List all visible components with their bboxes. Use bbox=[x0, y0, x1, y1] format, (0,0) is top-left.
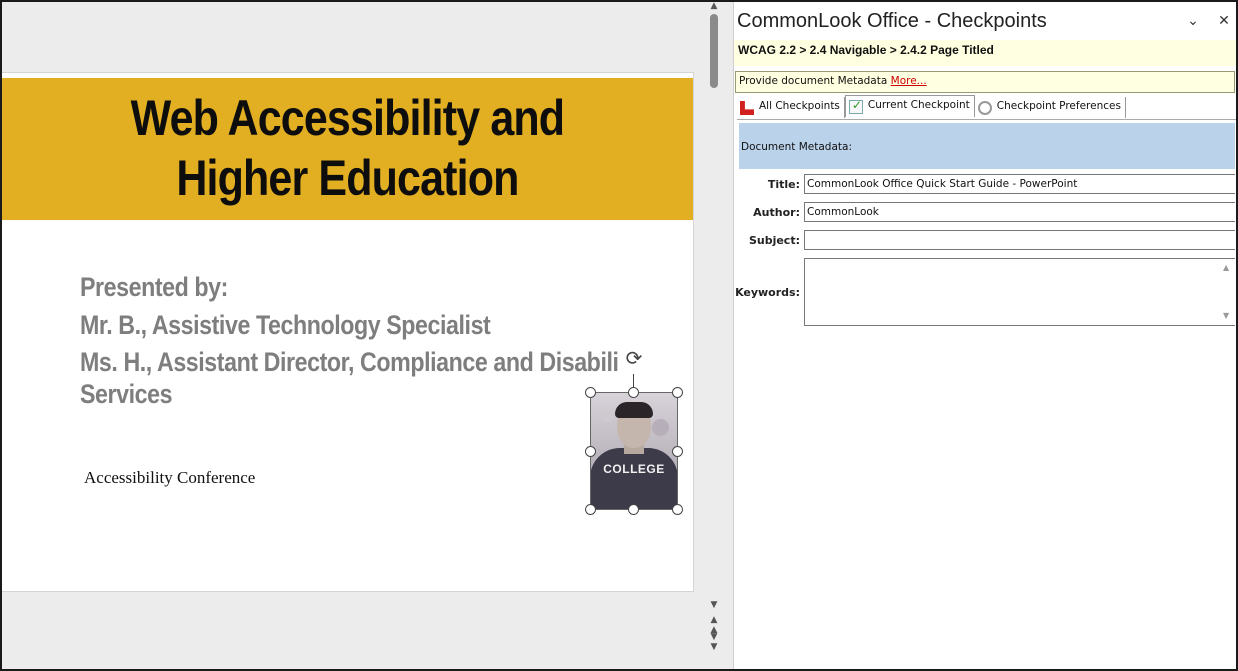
presented-by-text: Presented by: bbox=[80, 272, 228, 302]
selection-border bbox=[590, 392, 678, 510]
scroll-up-icon[interactable]: ▲ bbox=[706, 2, 722, 11]
resize-handle-se[interactable] bbox=[672, 504, 683, 515]
resize-handle-w[interactable] bbox=[585, 446, 596, 457]
checkpoint-tabs: All Checkpoints Current Checkpoint Check… bbox=[737, 95, 1126, 119]
checkpoint-breadcrumb: WCAG 2.2 > 2.4 Navigable > 2.4.2 Page Ti… bbox=[734, 40, 1236, 66]
next-slide-icon[interactable]: ▼ ▼ bbox=[706, 632, 722, 652]
presenter2-text-line1: Ms. H., Assistant Director, Compliance a… bbox=[80, 347, 619, 377]
subject-label: Subject: bbox=[748, 234, 800, 247]
checkpoints-pane: CommonLook Office - Checkpoints ⌄ ✕ WCAG… bbox=[734, 2, 1236, 669]
pane-title: CommonLook Office - Checkpoints bbox=[737, 10, 1047, 32]
slide-editor: Web Accessibility and Higher Education P… bbox=[2, 2, 708, 669]
scroll-down-icon[interactable]: ▼ bbox=[1223, 311, 1229, 320]
slide-title-line2: Higher Education bbox=[176, 150, 519, 206]
tab-label: Checkpoint Preferences bbox=[996, 100, 1121, 112]
title-field[interactable] bbox=[804, 174, 1235, 194]
tab-checkpoint-preferences[interactable]: Checkpoint Preferences bbox=[975, 97, 1126, 118]
resize-handle-s[interactable] bbox=[628, 504, 639, 515]
document-metadata-header: Document Metadata: bbox=[739, 123, 1235, 169]
keywords-label: Keywords: bbox=[735, 286, 800, 299]
rotate-handle-icon[interactable]: ⟳ bbox=[623, 347, 645, 369]
info-text: Provide document Metadata bbox=[739, 75, 888, 87]
tab-current-checkpoint[interactable]: Current Checkpoint bbox=[844, 95, 975, 117]
scroll-down-icon[interactable]: ▼ bbox=[706, 600, 722, 610]
preferences-icon bbox=[977, 101, 992, 115]
current-checkpoint-icon bbox=[848, 98, 863, 114]
info-bar: Provide document Metadata More... bbox=[735, 71, 1235, 93]
window-frame: Web Accessibility and Higher Education P… bbox=[0, 0, 1238, 671]
all-checkpoints-icon bbox=[740, 101, 754, 115]
editor-scrollbar[interactable]: ▲ ▼ ▲ ▲ ▼ ▼ bbox=[706, 2, 722, 669]
scroll-up-icon[interactable]: ▲ bbox=[1223, 263, 1229, 272]
scrollbar-thumb[interactable] bbox=[710, 14, 718, 88]
presenter1-text: Mr. B., Assistive Technology Specialist bbox=[80, 310, 491, 340]
presenters-textbox[interactable]: Presented by: Mr. B., Assistive Technolo… bbox=[80, 268, 630, 410]
author-label: Author: bbox=[753, 206, 800, 219]
tab-label: All Checkpoints bbox=[759, 100, 840, 112]
title-label: Title: bbox=[767, 178, 800, 191]
resize-handle-ne[interactable] bbox=[672, 387, 683, 398]
keywords-field[interactable] bbox=[804, 258, 1235, 326]
tab-label: Current Checkpoint bbox=[867, 99, 970, 111]
resize-handle-n[interactable] bbox=[628, 387, 639, 398]
author-field[interactable] bbox=[804, 202, 1235, 222]
resize-handle-e[interactable] bbox=[672, 446, 683, 457]
chevron-down-icon[interactable]: ⌄ bbox=[1184, 12, 1202, 30]
resize-handle-nw[interactable] bbox=[585, 387, 596, 398]
tab-all-checkpoints[interactable]: All Checkpoints bbox=[737, 97, 845, 118]
close-icon[interactable]: ✕ bbox=[1215, 12, 1233, 30]
resize-handle-sw[interactable] bbox=[585, 504, 596, 515]
more-link[interactable]: More... bbox=[891, 75, 927, 87]
keywords-scrollbar[interactable]: ▲ ▼ bbox=[1221, 259, 1235, 325]
slide-title-line1: Web Accessibility and bbox=[130, 90, 565, 146]
conference-text[interactable]: Accessibility Conference bbox=[84, 468, 255, 488]
current-checkpoint-panel: Document Metadata: Title: Author: Subjec… bbox=[735, 119, 1236, 669]
slide-title[interactable]: Web Accessibility and Higher Education bbox=[50, 88, 644, 208]
subject-field[interactable] bbox=[804, 230, 1235, 250]
presenter2-text-line2: Services bbox=[80, 379, 173, 409]
pane-splitter[interactable] bbox=[722, 2, 734, 669]
